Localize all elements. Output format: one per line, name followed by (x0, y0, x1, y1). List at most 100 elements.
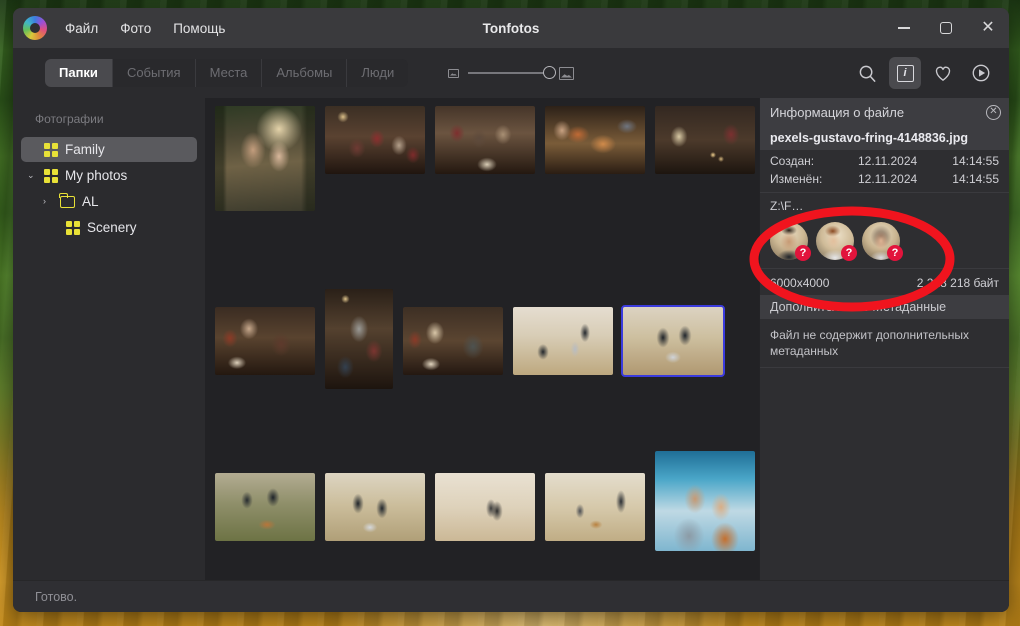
tonfotos-window: Файл Фото Помощь Tonfotos ✕ Папки Событи… (13, 8, 1009, 612)
thumb-man-serving-dinner[interactable] (325, 289, 393, 389)
modified-time: 14:14:55 (941, 172, 999, 186)
thumb-couple-forest-portrait[interactable] (215, 106, 315, 211)
sidebar-item-my-photos[interactable]: ⌄ My photos (21, 163, 197, 188)
sidebar-item-label: AL (82, 194, 99, 209)
sidebar-section-title: Фотографии (13, 112, 205, 136)
thumb-woman-laughing-at-table[interactable] (403, 307, 503, 375)
chevron-down-icon[interactable]: ⌄ (27, 171, 37, 180)
thumb-family-dinner-table-1[interactable] (325, 106, 425, 174)
info-panel-header: Информация о файле ✕ (760, 98, 1009, 126)
gallery-row (215, 106, 759, 211)
sidebar: Фотографии Family ⌄ My photos › AL Scene… (13, 98, 205, 580)
tab-places[interactable]: Места (196, 59, 263, 87)
thumb-family-dinner-table-2[interactable] (435, 106, 535, 174)
thumb-thanksgiving-turkey-serving[interactable] (545, 106, 645, 174)
window-controls: ✕ (883, 8, 1009, 48)
thumb-couple-selfie-mall[interactable] (655, 451, 755, 551)
app-logo-icon (23, 16, 47, 40)
unknown-person-badge[interactable]: ? (887, 245, 903, 261)
app-body: Фотографии Family ⌄ My photos › AL Scene… (13, 98, 1009, 580)
menu-item-file[interactable]: Файл (63, 18, 100, 39)
created-date: 12.11.2024 (858, 154, 935, 168)
face-thumbnail-woman[interactable]: ? (862, 222, 900, 260)
status-bar: Готово. (13, 580, 1009, 612)
thumb-couple-misty-field[interactable] (435, 473, 535, 541)
close-icon: ✕ (981, 20, 994, 36)
modified-date: 12.11.2024 (858, 172, 935, 186)
tab-folders[interactable]: Папки (45, 59, 113, 87)
favorites-button[interactable] (927, 57, 959, 89)
file-info-panel: Информация о файле ✕ pexels-gustavo-frin… (759, 98, 1009, 580)
face-thumbnail-child[interactable]: ? (816, 222, 854, 260)
sidebar-item-family[interactable]: Family (21, 137, 197, 162)
detected-faces-strip: ? ? ? (760, 215, 1009, 264)
gallery-row (215, 451, 759, 551)
tab-albums[interactable]: Альбомы (262, 59, 347, 87)
slider-handle[interactable] (543, 66, 556, 79)
file-name: pexels-gustavo-fring-4148836.jpg (760, 126, 1009, 150)
sidebar-item-label: My photos (65, 168, 127, 183)
divider (760, 367, 1009, 368)
thumb-family-sitting-hill[interactable] (623, 307, 723, 375)
photo-gallery[interactable] (205, 98, 759, 580)
sidebar-item-al[interactable]: › AL (21, 189, 197, 214)
menu-bar: Файл Фото Помощь (63, 18, 227, 39)
title-bar: Файл Фото Помощь Tonfotos ✕ (13, 8, 1009, 48)
search-icon (858, 64, 877, 83)
thumb-dinner-guests-back-view[interactable] (215, 307, 315, 375)
thumb-family-with-dog-grass[interactable] (215, 473, 315, 541)
modified-label: Изменён: (770, 172, 852, 186)
main-toolbar: Папки События Места Альбомы Люди i (13, 48, 1009, 98)
created-label: Создан: (770, 154, 852, 168)
metadata-empty-message: Файл не содержит дополнительных метаданн… (760, 319, 1009, 367)
status-text: Готово. (35, 590, 77, 604)
slideshow-button[interactable] (965, 57, 997, 89)
sidebar-item-label: Scenery (87, 220, 137, 235)
unknown-person-badge[interactable]: ? (795, 245, 811, 261)
image-dimensions: 6000x4000 (770, 276, 829, 290)
menu-item-help[interactable]: Помощь (171, 18, 227, 39)
created-time: 14:14:55 (941, 154, 999, 168)
folder-icon (60, 196, 75, 208)
tab-events[interactable]: События (113, 59, 196, 87)
maximize-icon (940, 22, 952, 34)
grid-icon (66, 221, 80, 235)
menu-item-photo[interactable]: Фото (118, 18, 153, 39)
thumb-couple-candlelight-dinner[interactable] (655, 106, 755, 174)
info-icon: i (897, 65, 914, 82)
chevron-right-icon[interactable]: › (43, 197, 53, 206)
minimize-button[interactable] (883, 8, 925, 48)
file-path: Z:\F… (760, 197, 1009, 215)
small-image-icon[interactable] (448, 69, 459, 78)
face-thumbnail-man[interactable]: ? (770, 222, 808, 260)
thumb-family-crouching-field[interactable] (325, 473, 425, 541)
divider (760, 192, 1009, 193)
close-panel-icon[interactable]: ✕ (986, 105, 1001, 120)
info-panel-title: Информация о файле (770, 105, 904, 120)
maximize-button[interactable] (925, 8, 967, 48)
thumb-man-walking-dog-field[interactable] (545, 473, 645, 541)
thumb-family-outdoor-play-1[interactable] (513, 307, 613, 375)
grid-icon (44, 169, 58, 183)
large-image-icon[interactable] (559, 67, 574, 80)
search-button[interactable] (851, 57, 883, 89)
file-created-row: Создан: 12.11.2024 14:14:55 (760, 150, 1009, 170)
view-tabs: Папки События Места Альбомы Люди (45, 59, 408, 87)
file-size-bytes: 2 228 218 байт (917, 276, 999, 290)
thumbnail-size-slider[interactable] (468, 72, 550, 74)
play-icon (971, 63, 991, 83)
heart-icon (933, 64, 953, 82)
sidebar-item-label: Family (65, 142, 105, 157)
file-size-row: 6000x4000 2 228 218 байт (760, 273, 1009, 295)
tab-people[interactable]: Люди (347, 59, 408, 87)
metadata-section-header: Дополнительные Метаданные (760, 295, 1009, 319)
unknown-person-badge[interactable]: ? (841, 245, 857, 261)
minimize-icon (898, 27, 910, 29)
grid-icon (44, 143, 58, 157)
divider (760, 268, 1009, 269)
close-button[interactable]: ✕ (967, 8, 1009, 48)
file-modified-row: Изменён: 12.11.2024 14:14:55 (760, 170, 1009, 188)
sidebar-item-scenery[interactable]: Scenery (21, 215, 197, 240)
info-button[interactable]: i (889, 57, 921, 89)
gallery-row (215, 271, 759, 389)
